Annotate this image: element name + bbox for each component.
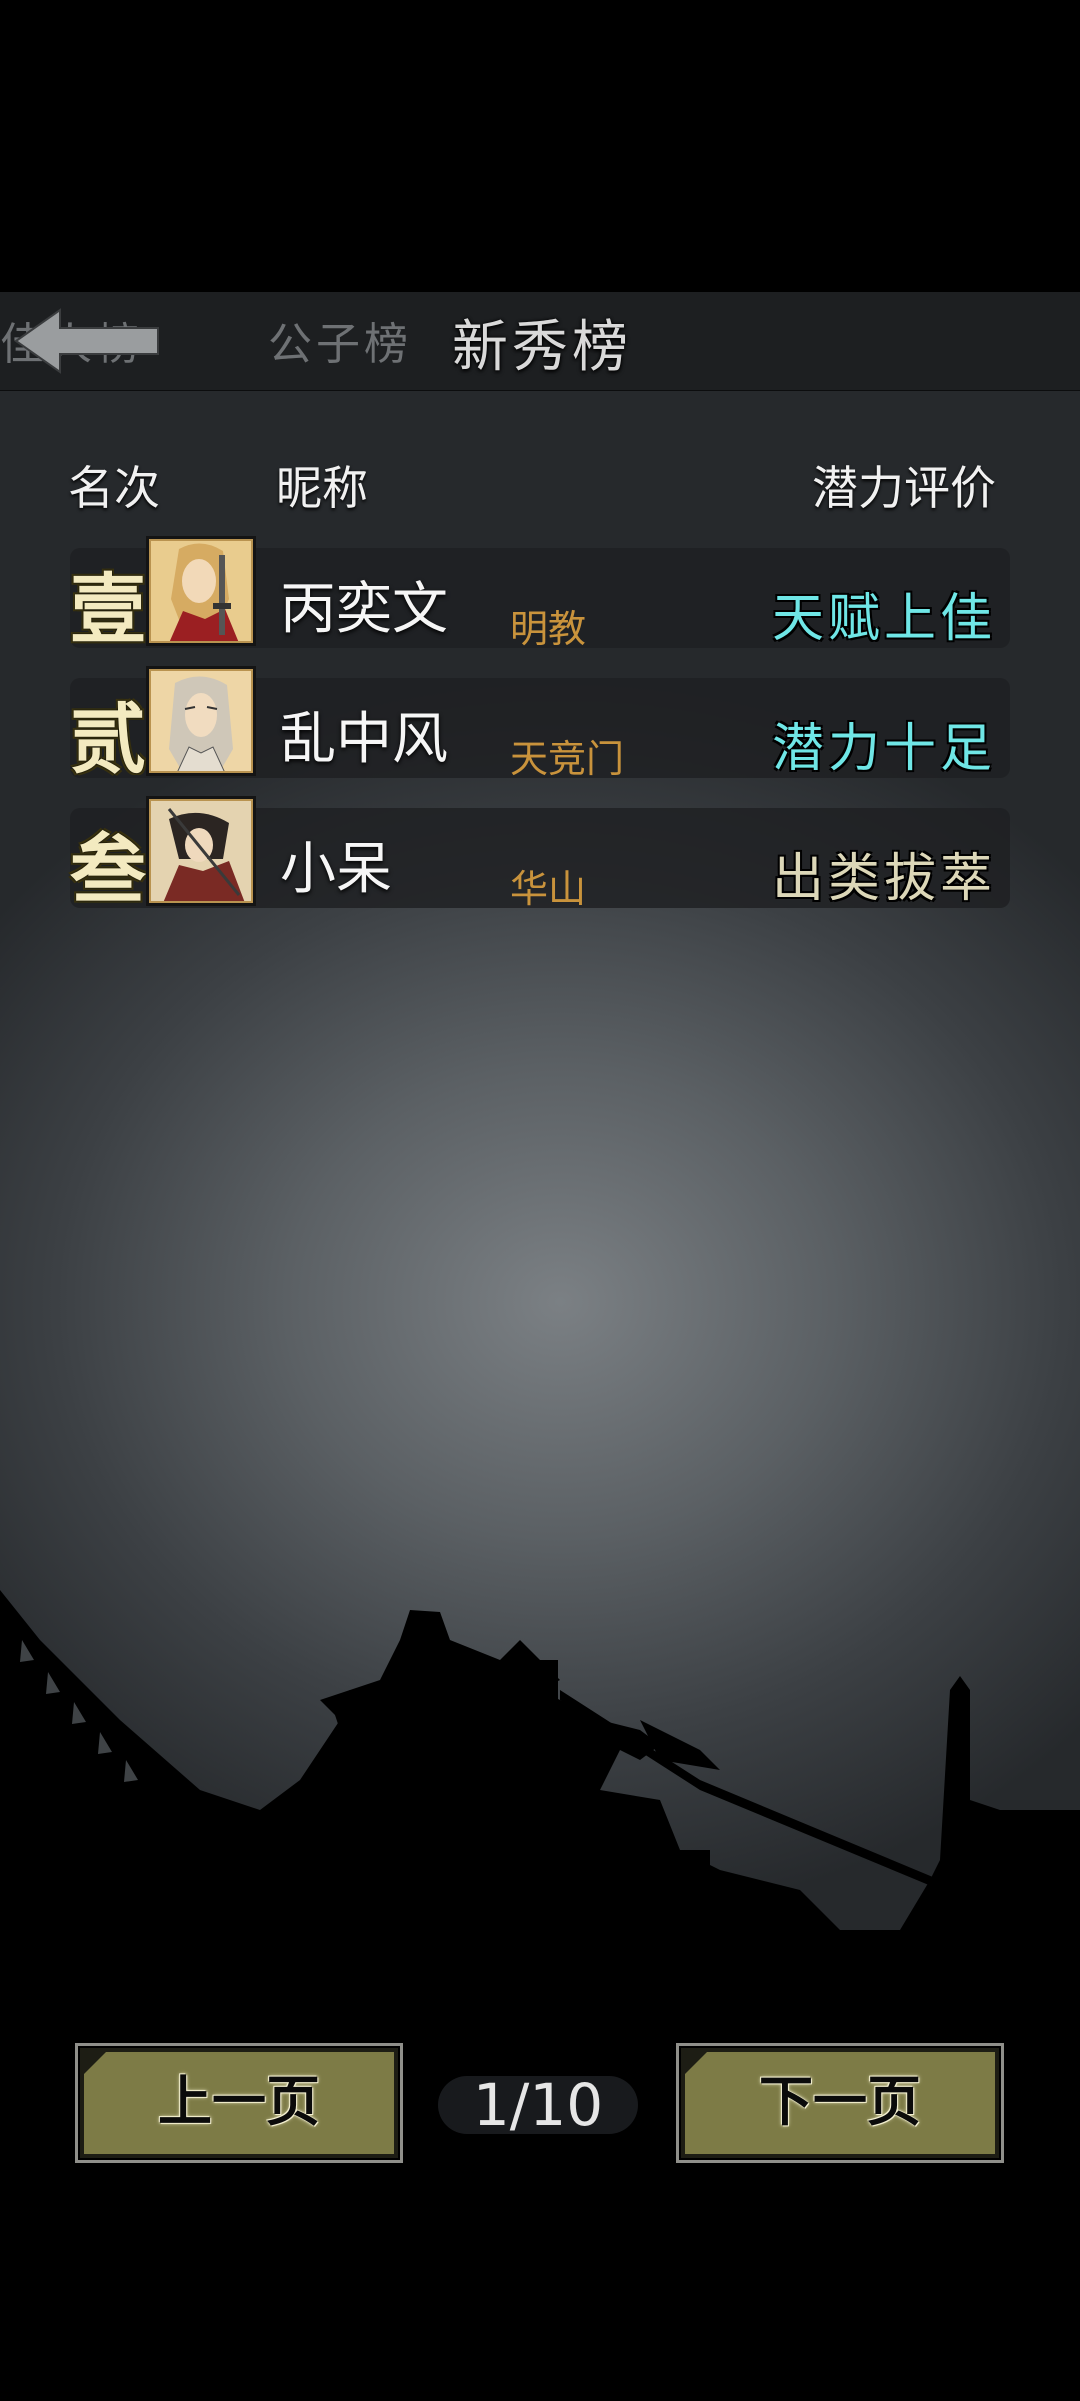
tab-newcomers[interactable]: 新秀榜 (452, 302, 632, 383)
leaderboard-tab-bar: 佳人榜 公子榜 新秀榜 (0, 292, 1080, 391)
rank-numeral: 壹 (70, 565, 146, 654)
column-header-potential: 潜力评价 (812, 461, 996, 515)
player-sect: 华山 (510, 867, 587, 911)
leaderboard-row[interactable]: 壹 丙奕文 明教 天赋上佳 (70, 536, 1010, 654)
long-haired-man-portrait-icon (149, 669, 253, 773)
next-page-button[interactable]: 下一页 (676, 2043, 1004, 2163)
next-page-label: 下一页 (759, 2070, 921, 2133)
leaderboard-row[interactable]: 贰 乱中风 天竞门 潜力十足 (70, 666, 1010, 784)
previous-page-button[interactable]: 上一页 (75, 2043, 403, 2163)
button-corner-notch (84, 2052, 106, 2074)
rank-numeral: 贰 (70, 695, 146, 784)
player-avatar[interactable] (146, 796, 256, 906)
dark-robed-swordsman-portrait-icon (149, 799, 253, 903)
column-header-nickname: 昵称 (276, 461, 368, 515)
back-arrow-icon[interactable] (12, 306, 162, 376)
tab-gentlemen[interactable]: 公子榜 (268, 308, 412, 372)
potential-rating: 天赋上佳 (771, 589, 996, 649)
player-nickname: 小呆 (280, 837, 392, 902)
player-sect: 天竞门 (510, 737, 625, 781)
player-avatar[interactable] (146, 536, 256, 646)
player-nickname: 丙奕文 (280, 577, 448, 642)
button-corner-notch (685, 2052, 707, 2074)
leaderboard-row[interactable]: 叁 小呆 华山 出类拔萃 (70, 796, 1010, 914)
page-indicator: 1/10 (438, 2076, 638, 2134)
potential-rating: 潜力十足 (771, 719, 996, 779)
previous-page-label: 上一页 (158, 2070, 320, 2133)
female-swordswoman-portrait-icon (149, 539, 253, 643)
potential-rating: 出类拔萃 (771, 849, 996, 909)
player-avatar[interactable] (146, 666, 256, 776)
player-sect: 明教 (510, 607, 587, 651)
column-header-rank: 名次 (68, 461, 160, 515)
player-nickname: 乱中风 (280, 707, 448, 772)
rank-numeral: 叁 (70, 825, 146, 914)
